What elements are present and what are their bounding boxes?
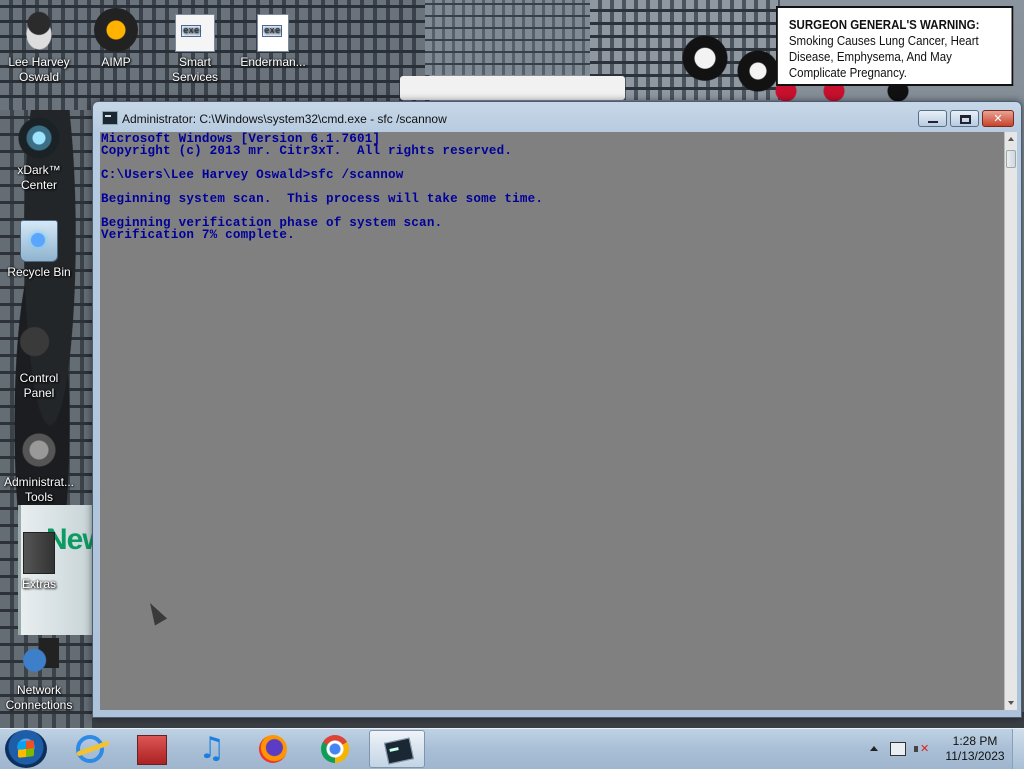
taskbar-cmd[interactable] — [369, 730, 425, 768]
scroll-up-arrow-icon[interactable] — [1005, 132, 1017, 146]
desktop-icon-label: Network — [16, 683, 61, 697]
desktop-icon-label: Lee Harvey — [8, 55, 70, 69]
taskbar-internet-explorer[interactable] — [62, 730, 118, 768]
volume-muted-icon[interactable] — [914, 742, 929, 756]
windows-logo-icon — [18, 740, 34, 758]
desktop-icon-label: Recycle Bin — [7, 265, 71, 279]
warning-heading: SURGEON GENERAL'S WARNING: — [788, 18, 980, 32]
minimize-icon — [928, 121, 938, 123]
desktop-icon-label: Control Panel — [19, 371, 59, 400]
internet-explorer-icon — [76, 735, 104, 763]
desktop-icon-extras[interactable]: Extras — [3, 532, 75, 592]
cmd-icon[interactable] — [102, 111, 118, 125]
cmd-window[interactable]: Administrator: C:\Windows\system32\cmd.e… — [92, 101, 1022, 718]
desktop-icon-label: Extras — [21, 577, 56, 591]
firefox-icon — [259, 735, 287, 763]
xdark-icon — [17, 116, 61, 160]
maximize-icon — [960, 115, 971, 124]
show-hidden-icons-icon[interactable] — [870, 746, 878, 751]
network-status-icon[interactable] — [890, 742, 906, 756]
surgeon-general-warning: SURGEON GENERAL'S WARNING: Smoking Cause… — [776, 6, 1014, 86]
desktop-icon-lee-harvey-oswald[interactable]: Lee Harvey Oswald — [3, 8, 75, 85]
chrome-icon — [321, 735, 349, 763]
desktop-icon-label: Center — [20, 178, 58, 192]
clock-date: 11/13/2023 — [945, 749, 1005, 763]
close-button[interactable]: ✕ — [982, 110, 1014, 127]
minimize-button[interactable] — [918, 110, 947, 127]
taskbar-firefox[interactable] — [245, 730, 301, 768]
taskbar-music-player[interactable]: ♫ — [184, 730, 240, 768]
desktop-icon-label: Smart — [178, 55, 211, 69]
show-desktop-button[interactable] — [1012, 729, 1024, 769]
taskbar: ♫ 1:28 PM 11/13/2023 — [0, 728, 1024, 769]
console-output[interactable]: Microsoft Windows [Version 6.1.7601] Cop… — [100, 132, 1004, 710]
start-button[interactable] — [5, 730, 47, 768]
desktop-icon-label: Connections — [5, 698, 73, 712]
exe-icon — [257, 14, 289, 52]
taskbar-clock[interactable]: 1:28 PM 11/13/2023 — [940, 734, 1010, 764]
wallpaper-speakers — [680, 20, 780, 105]
network-icon — [17, 636, 61, 680]
desktop-icon-enderman[interactable]: Enderman... — [237, 8, 309, 70]
close-icon: ✕ — [993, 112, 1003, 125]
desktop-icon-administrative-tools[interactable]: Administrat... Tools — [3, 428, 75, 505]
aimp-icon — [94, 8, 138, 52]
extras-icon — [23, 532, 55, 574]
building-center — [425, 0, 595, 75]
maximize-button[interactable] — [950, 110, 979, 127]
console-scrollbar[interactable] — [1004, 132, 1017, 710]
recycle-bin-icon — [20, 220, 58, 262]
warning-text: Smoking Causes Lung Cancer, Heart Diseas… — [788, 34, 979, 80]
desktop-icon-aimp[interactable]: AIMP — [80, 8, 152, 70]
control-panel-icon — [17, 324, 61, 368]
desktop-icon-label: Oswald — [18, 70, 59, 84]
exe-icon — [175, 14, 215, 52]
system-tray: 1:28 PM 11/13/2023 — [866, 729, 1024, 769]
window-titlebar[interactable]: Administrator: C:\Windows\system32\cmd.e… — [93, 102, 1021, 132]
desktop-icon-label: Administrat... — [3, 475, 75, 489]
desktop-icon-control-panel[interactable]: Control Panel — [3, 324, 75, 401]
scrollbar-thumb[interactable] — [1006, 150, 1016, 168]
desktop-icon-network-connections[interactable]: Network Connections — [3, 636, 75, 713]
console-text: Microsoft Windows [Version 6.1.7601] Cop… — [101, 132, 544, 242]
clock-time: 1:28 PM — [952, 734, 998, 748]
taskbar-media-center[interactable] — [123, 730, 179, 768]
media-icon — [137, 735, 167, 765]
desktop-icon-label: AIMP — [101, 55, 131, 69]
admin-tools-icon — [17, 428, 61, 472]
user-folder-icon — [17, 8, 61, 52]
taskbar-chrome[interactable] — [307, 730, 363, 768]
music-note-icon: ♫ — [198, 731, 226, 766]
desktop-icon-smart-services[interactable]: Smart Services — [159, 8, 231, 85]
wallpaper-sign — [400, 76, 625, 100]
cmd-icon — [383, 737, 415, 765]
window-title: Administrator: C:\Windows\system32\cmd.e… — [122, 112, 447, 126]
desktop-icon-recycle-bin[interactable]: Recycle Bin — [3, 220, 75, 280]
desktop-icon-label: Services — [171, 70, 218, 84]
desktop-icon-xdark-center[interactable]: xDark™ Center — [3, 116, 75, 193]
scroll-down-arrow-icon[interactable] — [1005, 696, 1017, 710]
desktop-icon-label: Tools — [24, 490, 53, 504]
desktop-icon-label: xDark™ — [17, 163, 61, 177]
desktop-icon-label: Enderman... — [240, 55, 306, 69]
